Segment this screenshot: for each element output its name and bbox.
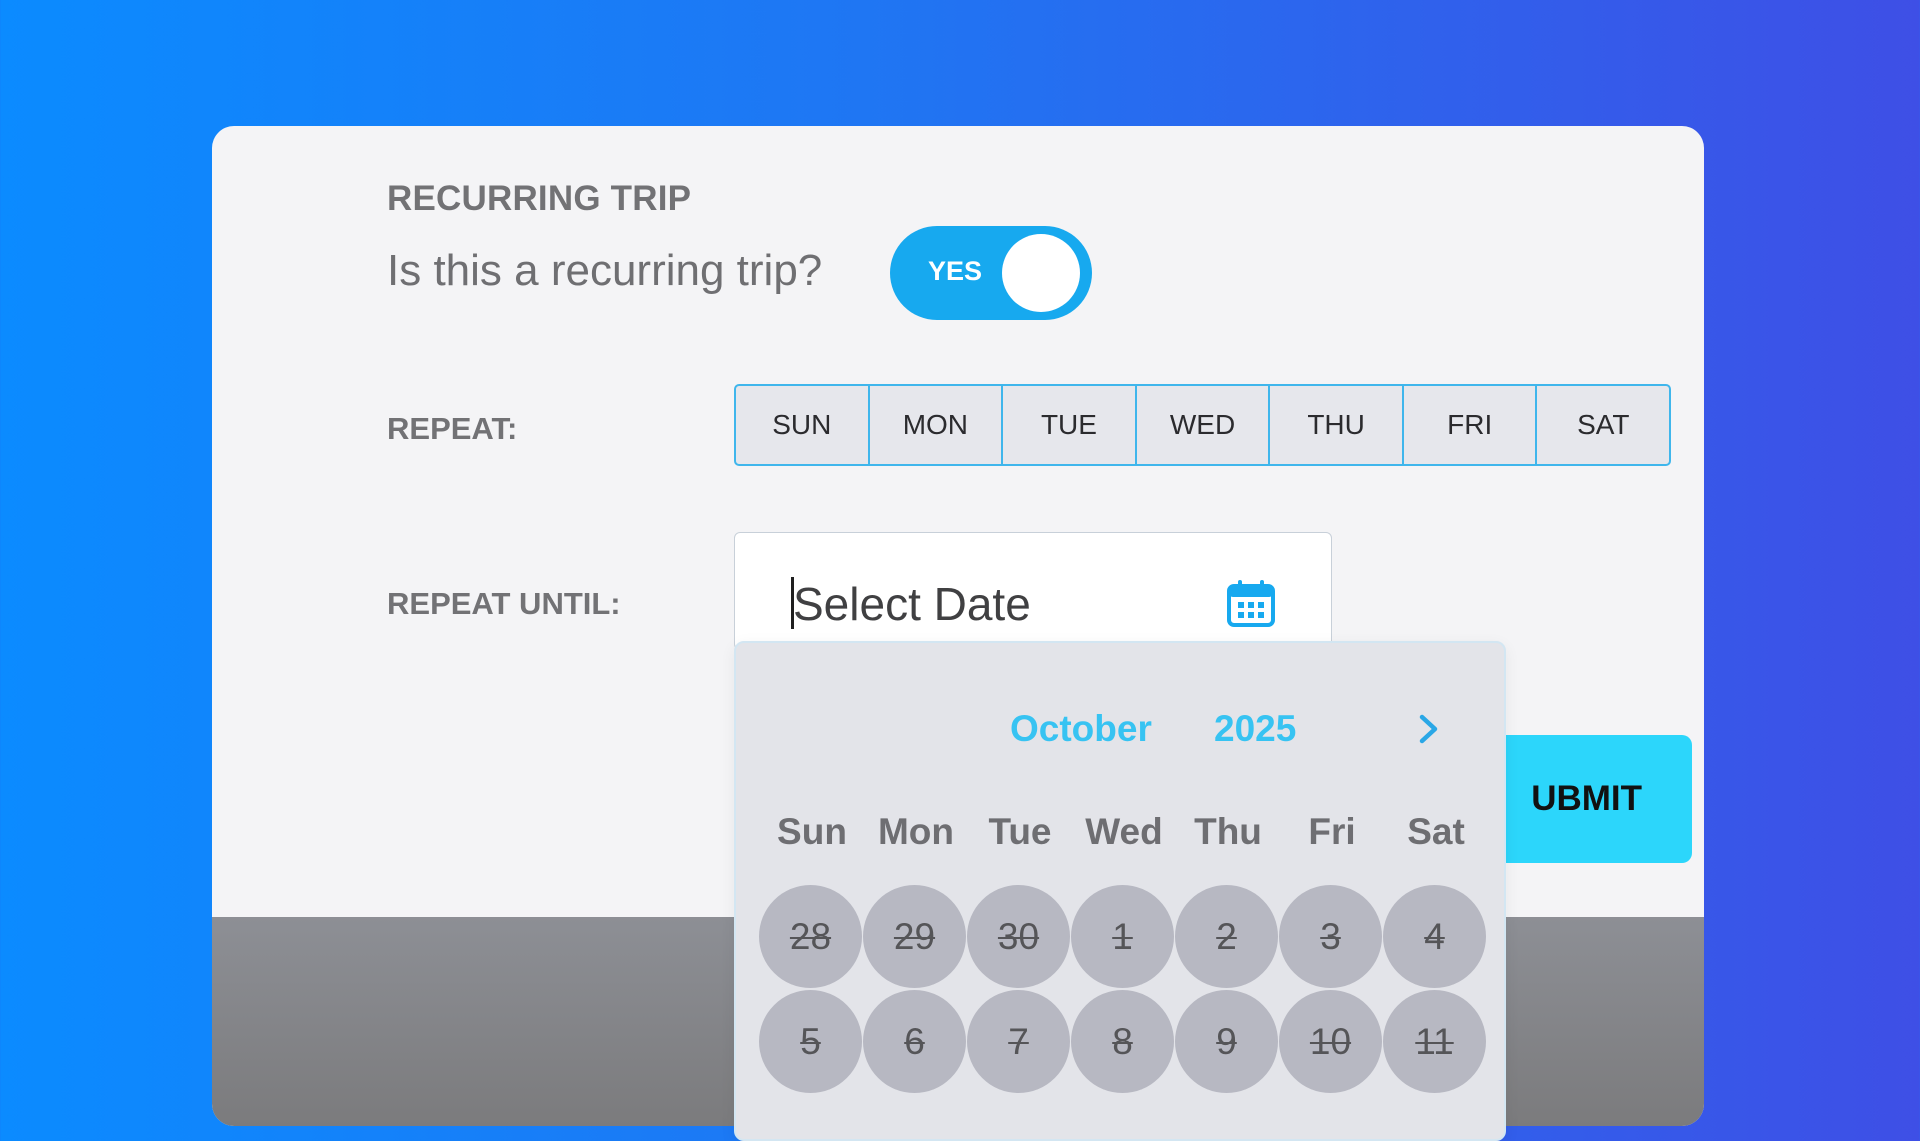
datepicker-day-grid: 28 29 30 1 2 3 4 5 6 7 8 9 10 11 (758, 885, 1486, 1095)
day-button-sat[interactable]: SAT (1535, 386, 1669, 464)
weekday-tue: Tue (988, 811, 1052, 852)
calendar-day-disabled: 9 (1175, 990, 1278, 1093)
recurring-toggle[interactable]: YES (890, 226, 1092, 320)
day-button-thu[interactable]: THU (1268, 386, 1402, 464)
weekday-sun: Sun (777, 811, 847, 852)
date-placeholder: Select Date (793, 578, 1031, 630)
calendar-day-disabled: 10 (1279, 990, 1382, 1093)
calendar-day-disabled: 7 (967, 990, 1070, 1093)
calendar-day-disabled: 5 (759, 990, 862, 1093)
section-title: RECURRING TRIP (387, 179, 692, 218)
calendar-day-cell: 1 (1070, 885, 1174, 990)
weekday-sat: Sat (1407, 811, 1465, 852)
datepicker-popup: October 2025 Sun Mon Tue Wed Thu Fri Sat… (734, 641, 1506, 1141)
calendar-day-cell: 7 (966, 990, 1070, 1095)
calendar-icon[interactable] (1225, 577, 1277, 629)
day-button-sun[interactable]: SUN (736, 386, 868, 464)
repeat-until-label: REPEAT UNTIL: (387, 586, 621, 621)
toggle-knob (1002, 234, 1080, 312)
repeat-until-date-input[interactable]: Select Date (734, 532, 1332, 650)
repeat-label: REPEAT: (387, 411, 518, 446)
day-button-tue[interactable]: TUE (1001, 386, 1135, 464)
calendar-day-disabled: 3 (1279, 885, 1382, 988)
chevron-right-icon[interactable] (1408, 709, 1448, 749)
calendar-day-cell: 10 (1278, 990, 1382, 1095)
toggle-label: YES (928, 256, 983, 286)
datepicker-weekday-header: Sun Mon Tue Wed Thu Fri Sat (760, 811, 1488, 853)
calendar-day-cell: 5 (758, 990, 862, 1095)
day-button-mon[interactable]: MON (867, 386, 1002, 464)
calendar-week-row: 28 29 30 1 2 3 4 (758, 885, 1486, 990)
calendar-day-disabled: 29 (863, 885, 966, 988)
calendar-day-cell: 2 (1174, 885, 1278, 990)
calendar-day-cell: 30 (966, 885, 1070, 990)
calendar-day-cell: 28 (758, 885, 862, 990)
calendar-day-disabled: 1 (1071, 885, 1174, 988)
calendar-day-disabled: 4 (1383, 885, 1486, 988)
calendar-day-cell: 3 (1278, 885, 1382, 990)
calendar-day-cell: 11 (1382, 990, 1486, 1095)
calendar-day-disabled: 2 (1175, 885, 1278, 988)
calendar-day-disabled: 11 (1383, 990, 1486, 1093)
recurring-question-label: Is this a recurring trip? (387, 246, 823, 295)
calendar-day-disabled: 28 (759, 885, 862, 988)
day-button-wed[interactable]: WED (1134, 386, 1269, 464)
calendar-day-cell: 8 (1070, 990, 1174, 1095)
calendar-day-cell: 29 (862, 885, 966, 990)
calendar-day-disabled: 8 (1071, 990, 1174, 1093)
calendar-day-disabled: 30 (967, 885, 1070, 988)
calendar-day-cell: 6 (862, 990, 966, 1095)
datepicker-month[interactable]: October (1010, 708, 1152, 750)
calendar-day-disabled: 6 (863, 990, 966, 1093)
calendar-day-cell: 9 (1174, 990, 1278, 1095)
repeat-days-selector: SUN MON TUE WED THU FRI SAT (734, 384, 1671, 466)
datepicker-year[interactable]: 2025 (1214, 708, 1296, 750)
calendar-day-cell: 4 (1382, 885, 1486, 990)
day-button-fri[interactable]: FRI (1401, 386, 1536, 464)
weekday-mon: Mon (877, 811, 955, 852)
weekday-fri: Fri (1308, 811, 1356, 852)
weekday-thu: Thu (1194, 811, 1262, 852)
weekday-wed: Wed (1085, 811, 1163, 852)
calendar-week-row: 5 6 7 8 9 10 11 (758, 990, 1486, 1095)
